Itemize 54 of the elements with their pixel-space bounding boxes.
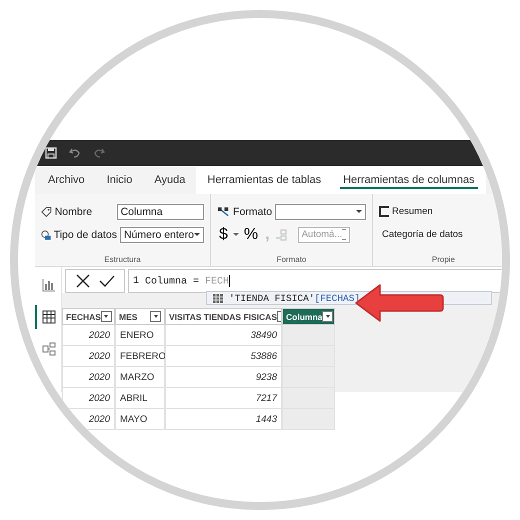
ribbon-tab[interactable]: Archivo bbox=[37, 166, 96, 194]
redo-icon[interactable] bbox=[93, 147, 105, 159]
name-label: Nombre bbox=[54, 206, 94, 218]
ribbon-tab[interactable]: Inicio bbox=[96, 166, 144, 194]
ribbon-tab[interactable]: Herramientas de columnas bbox=[332, 166, 486, 194]
column-header[interactable]: MES bbox=[115, 308, 165, 325]
percent-button[interactable]: % bbox=[242, 226, 260, 242]
data-type-icon bbox=[41, 228, 51, 240]
ribbon-tab[interactable]: Ayuda bbox=[143, 166, 196, 194]
empty-cell bbox=[282, 325, 335, 346]
table-cell: 2020 bbox=[62, 325, 115, 346]
group-label: Propie bbox=[430, 255, 456, 264]
close-icon[interactable] bbox=[76, 274, 90, 288]
ribbon-tab[interactable]: Herramientas de tablas bbox=[196, 166, 332, 194]
format-dropdown[interactable] bbox=[275, 204, 366, 220]
model-icon bbox=[42, 342, 56, 356]
table-icon bbox=[42, 310, 56, 324]
empty-cell bbox=[282, 409, 335, 430]
table-cell: 2020 bbox=[62, 346, 115, 367]
table-cell: MARZO bbox=[115, 367, 165, 388]
check-icon[interactable] bbox=[98, 274, 114, 288]
group-label: Formato bbox=[276, 255, 308, 264]
table-cell: ENERO bbox=[115, 325, 165, 346]
data-type-label: Tipo de datos bbox=[54, 228, 117, 240]
undo-icon[interactable] bbox=[69, 147, 81, 159]
filter-icon[interactable] bbox=[100, 311, 112, 322]
table-cell: 2020 bbox=[62, 367, 115, 388]
empty-cell bbox=[282, 367, 335, 388]
format-icon bbox=[217, 206, 230, 218]
column-header[interactable]: VISITAS TIENDAS FISICAS bbox=[165, 308, 282, 325]
format-label: Formato bbox=[233, 206, 272, 218]
category-label[interactable]: Categoría de datos bbox=[382, 229, 463, 240]
filter-icon[interactable] bbox=[322, 311, 334, 322]
currency-button[interactable]: $ bbox=[217, 226, 230, 242]
table-cell: ABRIL bbox=[115, 388, 165, 409]
save-icon[interactable] bbox=[45, 147, 57, 159]
table-cell: 2020 bbox=[62, 388, 115, 409]
table-icon bbox=[213, 294, 223, 302]
caret-icon bbox=[356, 210, 362, 213]
bar-chart-icon bbox=[42, 278, 56, 292]
empty-cell bbox=[282, 346, 335, 367]
name-field[interactable]: Columna bbox=[116, 204, 204, 220]
table-cell: MAYO bbox=[115, 409, 165, 430]
caret-icon bbox=[194, 233, 200, 236]
data-type-dropdown[interactable]: Número entero bbox=[120, 226, 204, 242]
summary-label[interactable]: Resumen bbox=[392, 206, 433, 217]
caret-icon bbox=[232, 233, 239, 236]
filter-icon[interactable] bbox=[150, 311, 161, 322]
column-header[interactable]: Columna bbox=[282, 308, 335, 325]
tag-icon bbox=[41, 206, 52, 218]
column-header[interactable]: FECHAS bbox=[62, 308, 115, 325]
table-cell: FEBRERO bbox=[115, 346, 165, 367]
decimal-icon bbox=[274, 228, 287, 240]
group-label: Estructura bbox=[103, 255, 142, 264]
